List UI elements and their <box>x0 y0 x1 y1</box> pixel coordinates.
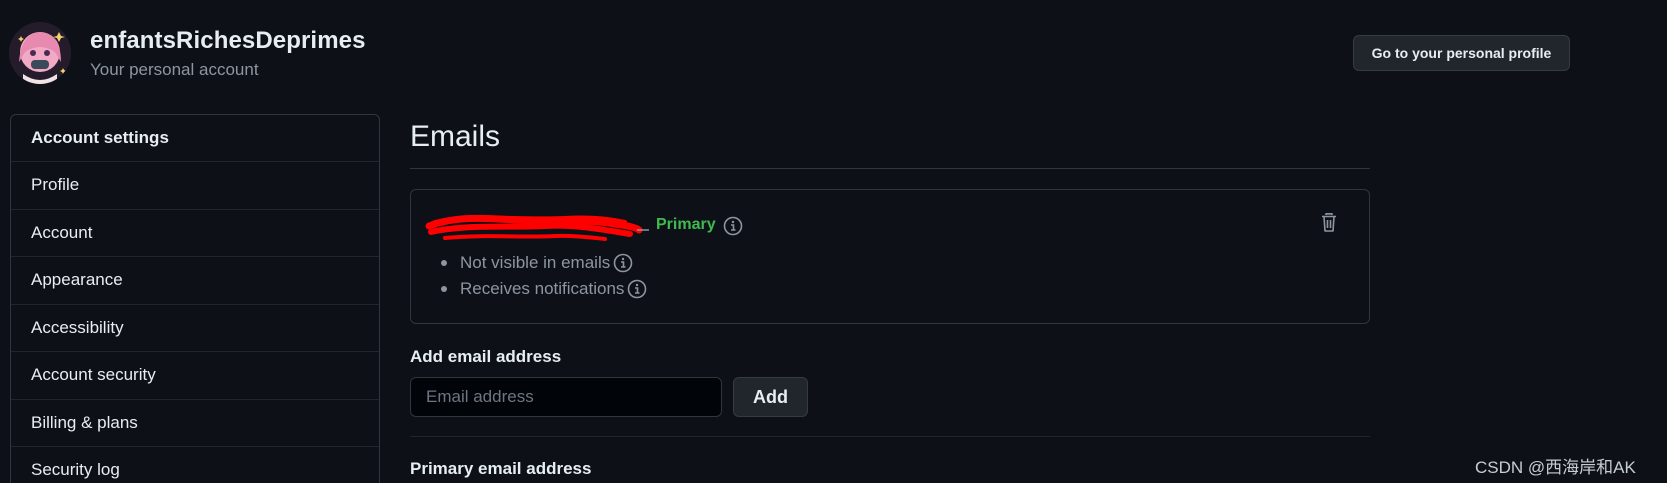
email-entry-card: Primary Not visible in emails Receives n… <box>410 189 1370 324</box>
go-to-profile-button[interactable]: Go to your personal profile <box>1353 35 1570 71</box>
sidebar-item-accessibility[interactable]: Accessibility <box>11 305 379 352</box>
title-divider <box>410 168 1370 169</box>
redacted-email <box>425 214 649 241</box>
watermark: CSDN @西海岸和AK <box>1475 458 1636 477</box>
list-item: Not visible in emails <box>441 250 647 276</box>
sidebar-item-security-log[interactable]: Security log <box>11 447 379 483</box>
info-icon[interactable] <box>627 279 647 299</box>
account-name: enfantsRichesDeprimes <box>90 27 366 54</box>
sidebar-item-appearance[interactable]: Appearance <box>11 257 379 305</box>
section-divider <box>410 436 1370 437</box>
email-input[interactable] <box>410 377 722 417</box>
trash-icon[interactable] <box>1319 212 1339 234</box>
email-notes-list: Not visible in emails Receives notificat… <box>441 250 647 302</box>
list-item: Receives notifications <box>441 276 647 302</box>
add-email-button[interactable]: Add <box>733 377 808 417</box>
primary-badge: Primary <box>656 216 716 233</box>
sidebar-item-profile[interactable]: Profile <box>11 162 379 210</box>
account-subtitle: Your personal account <box>90 60 259 79</box>
sidebar-item-account[interactable]: Account <box>11 210 379 257</box>
info-icon[interactable] <box>723 216 743 236</box>
add-email-label: Add email address <box>410 347 562 366</box>
sidebar-heading: Account settings <box>11 115 379 162</box>
sidebar-item-account-security[interactable]: Account security <box>11 352 379 400</box>
page-title: Emails <box>410 120 501 153</box>
settings-sidebar: Account settings Profile Account Appeara… <box>10 114 380 483</box>
not-visible-note: Not visible in emails <box>460 253 611 272</box>
settings-page: enfantsRichesDeprimes Your personal acco… <box>0 0 1667 483</box>
sidebar-item-billing[interactable]: Billing & plans <box>11 400 379 447</box>
avatar[interactable] <box>9 22 71 84</box>
info-icon[interactable] <box>613 253 633 273</box>
notifications-note: Receives notifications <box>460 279 625 298</box>
primary-email-heading: Primary email address <box>410 459 592 478</box>
